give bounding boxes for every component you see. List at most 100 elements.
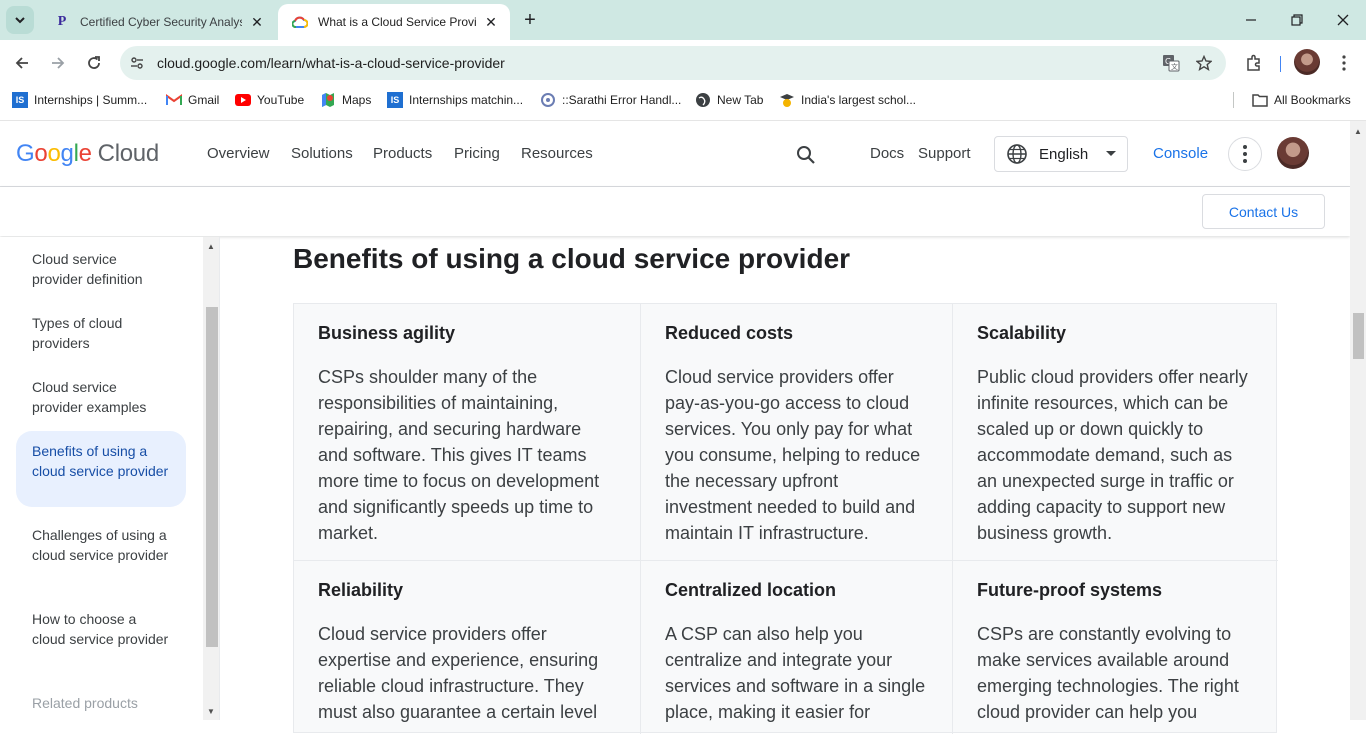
scholar-icon bbox=[779, 92, 795, 108]
nav-products[interactable]: Products bbox=[373, 145, 432, 162]
benefit-body: Cloud service providers offer pay-as-you… bbox=[665, 367, 921, 543]
bookmark-label: All Bookmarks bbox=[1274, 93, 1351, 107]
toc-item-definition[interactable]: Cloud service provider definition bbox=[16, 239, 186, 299]
toc-item-benefits[interactable]: Benefits of using a cloud service provid… bbox=[16, 431, 186, 507]
benefit-title: Centralized location bbox=[665, 580, 837, 600]
dropdown-arrow-icon bbox=[1104, 151, 1118, 157]
google-cloud-favicon-icon bbox=[292, 14, 308, 30]
puzzle-icon bbox=[1247, 54, 1260, 71]
toc-item-examples[interactable]: Cloud service provider examples bbox=[16, 367, 186, 427]
benefits-grid: Business agility CSPs shoulder many of t… bbox=[293, 303, 1278, 734]
bookmark-sarathi[interactable]: ::Sarathi Error Handl... bbox=[540, 91, 681, 109]
close-icon[interactable]: ✕ bbox=[248, 13, 266, 31]
reload-button[interactable] bbox=[80, 49, 108, 77]
is-icon: IS bbox=[387, 92, 403, 108]
tab-strip: P Certified Cyber Security Analyst ✕ Wha… bbox=[0, 0, 1366, 40]
table-of-contents: Cloud service provider definition Types … bbox=[0, 237, 220, 720]
tab-cyber-security[interactable]: P Certified Cyber Security Analyst ✕ bbox=[40, 4, 276, 40]
browser-menu-button[interactable] bbox=[1330, 49, 1358, 77]
search-button[interactable] bbox=[792, 141, 820, 169]
minimize-icon bbox=[1246, 19, 1256, 21]
nav-pricing[interactable]: Pricing bbox=[454, 145, 500, 162]
more-options-button[interactable] bbox=[1228, 137, 1262, 171]
bookmark-internships-summer[interactable]: IS Internships | Summ... bbox=[12, 91, 147, 109]
logo-cloud-text: Cloud bbox=[97, 140, 160, 167]
translate-icon[interactable]: G文 bbox=[1160, 52, 1182, 74]
maps-icon bbox=[320, 92, 336, 108]
bookmark-scholarship[interactable]: India's largest schol... bbox=[779, 91, 916, 109]
site-info-icon[interactable] bbox=[126, 52, 148, 74]
benefit-card: Centralized location A CSP can also help… bbox=[641, 561, 952, 725]
tab-search-button[interactable] bbox=[6, 6, 34, 34]
bookmark-gmail[interactable]: Gmail bbox=[166, 91, 219, 109]
sidebar-scrollbar[interactable]: ▲ ▼ bbox=[203, 237, 219, 720]
bookmarks-divider bbox=[1233, 92, 1234, 108]
logo-google-text: Google bbox=[16, 140, 92, 167]
bookmark-maps[interactable]: Maps bbox=[320, 91, 371, 109]
scrollbar-thumb[interactable] bbox=[1353, 313, 1364, 359]
bookmark-star-icon[interactable] bbox=[1193, 52, 1215, 74]
sub-header-bar: Contact Us bbox=[0, 187, 1350, 236]
globe-icon bbox=[1005, 142, 1029, 166]
scrollbar-thumb[interactable] bbox=[206, 307, 218, 647]
bookmark-youtube[interactable]: YouTube bbox=[235, 91, 304, 109]
back-button[interactable] bbox=[8, 49, 36, 77]
account-avatar[interactable] bbox=[1277, 137, 1309, 169]
p-favicon-icon: P bbox=[57, 14, 67, 29]
console-link[interactable]: Console bbox=[1153, 145, 1208, 162]
scroll-down-icon[interactable]: ▼ bbox=[203, 704, 219, 718]
language-selector[interactable]: English bbox=[994, 136, 1128, 172]
benefit-title: Future-proof systems bbox=[977, 580, 1163, 600]
benefit-body: Public cloud providers offer nearly infi… bbox=[977, 367, 1248, 543]
minimize-button[interactable] bbox=[1228, 0, 1274, 40]
bookmark-label: ::Sarathi Error Handl... bbox=[562, 93, 682, 107]
folder-icon bbox=[1252, 92, 1268, 108]
restore-icon bbox=[1291, 14, 1303, 26]
arrow-left-icon bbox=[15, 57, 28, 69]
bookmark-label: Internships | Summ... bbox=[34, 93, 148, 107]
chevron-down-icon bbox=[15, 17, 25, 24]
tab-title: Certified Cyber Security Analyst bbox=[80, 15, 242, 29]
site-header: Google Cloud Overview Solutions Products … bbox=[0, 121, 1350, 187]
browser-toolbar: cloud.google.com/learn/what-is-a-cloud-s… bbox=[0, 40, 1366, 86]
benefit-card: Reduced costs Cloud service providers of… bbox=[641, 304, 952, 546]
support-link[interactable]: Support bbox=[918, 145, 971, 162]
kebab-menu-icon bbox=[1243, 145, 1247, 163]
toc-item-how-to-choose[interactable]: How to choose a cloud service provider bbox=[16, 599, 186, 659]
address-bar[interactable]: cloud.google.com/learn/what-is-a-cloud-s… bbox=[120, 46, 1226, 80]
extensions-button[interactable] bbox=[1240, 49, 1268, 77]
all-bookmarks-button[interactable]: All Bookmarks bbox=[1252, 91, 1351, 109]
toc-item-related-products[interactable]: Related products bbox=[16, 683, 186, 720]
bookmark-new-tab[interactable]: New Tab bbox=[695, 91, 763, 109]
bookmark-internships-matching[interactable]: IS Internships matchin... bbox=[387, 91, 523, 109]
arrow-right-icon bbox=[52, 57, 65, 69]
close-icon[interactable]: ✕ bbox=[482, 13, 500, 31]
bookmark-label: Internships matchin... bbox=[409, 93, 524, 107]
google-cloud-logo[interactable]: Google Cloud bbox=[16, 140, 159, 168]
benefit-body: CSPs are constantly evolving to make ser… bbox=[977, 624, 1239, 722]
bookmarks-bar: IS Internships | Summ... Gmail YouTube M… bbox=[0, 86, 1366, 114]
nav-overview[interactable]: Overview bbox=[207, 145, 270, 162]
benefit-body: Cloud service providers offer expertise … bbox=[318, 624, 599, 722]
tab-title: What is a Cloud Service Provider bbox=[318, 15, 476, 29]
new-tab-button[interactable]: + bbox=[518, 8, 542, 32]
search-icon bbox=[797, 146, 815, 164]
close-window-button[interactable] bbox=[1320, 0, 1366, 40]
toc-item-challenges[interactable]: Challenges of using a cloud service prov… bbox=[16, 515, 186, 575]
scroll-up-icon[interactable]: ▲ bbox=[203, 239, 219, 253]
restore-button[interactable] bbox=[1274, 0, 1320, 40]
docs-link[interactable]: Docs bbox=[870, 145, 904, 162]
tab-cloud-provider[interactable]: What is a Cloud Service Provider ✕ bbox=[278, 4, 510, 40]
forward-button[interactable] bbox=[44, 49, 72, 77]
profile-avatar[interactable] bbox=[1294, 49, 1320, 75]
sarathi-icon bbox=[540, 92, 556, 108]
benefit-title: Business agility bbox=[318, 323, 456, 343]
page-scrollbar[interactable]: ▲ bbox=[1350, 121, 1366, 720]
contact-us-button[interactable]: Contact Us bbox=[1202, 194, 1325, 229]
nav-solutions[interactable]: Solutions bbox=[291, 145, 353, 162]
toc-item-types[interactable]: Types of cloud providers bbox=[16, 303, 186, 363]
scroll-up-icon[interactable]: ▲ bbox=[1350, 125, 1366, 137]
nav-resources[interactable]: Resources bbox=[521, 145, 593, 162]
language-label: English bbox=[1039, 145, 1089, 163]
kebab-menu-icon bbox=[1342, 55, 1346, 71]
